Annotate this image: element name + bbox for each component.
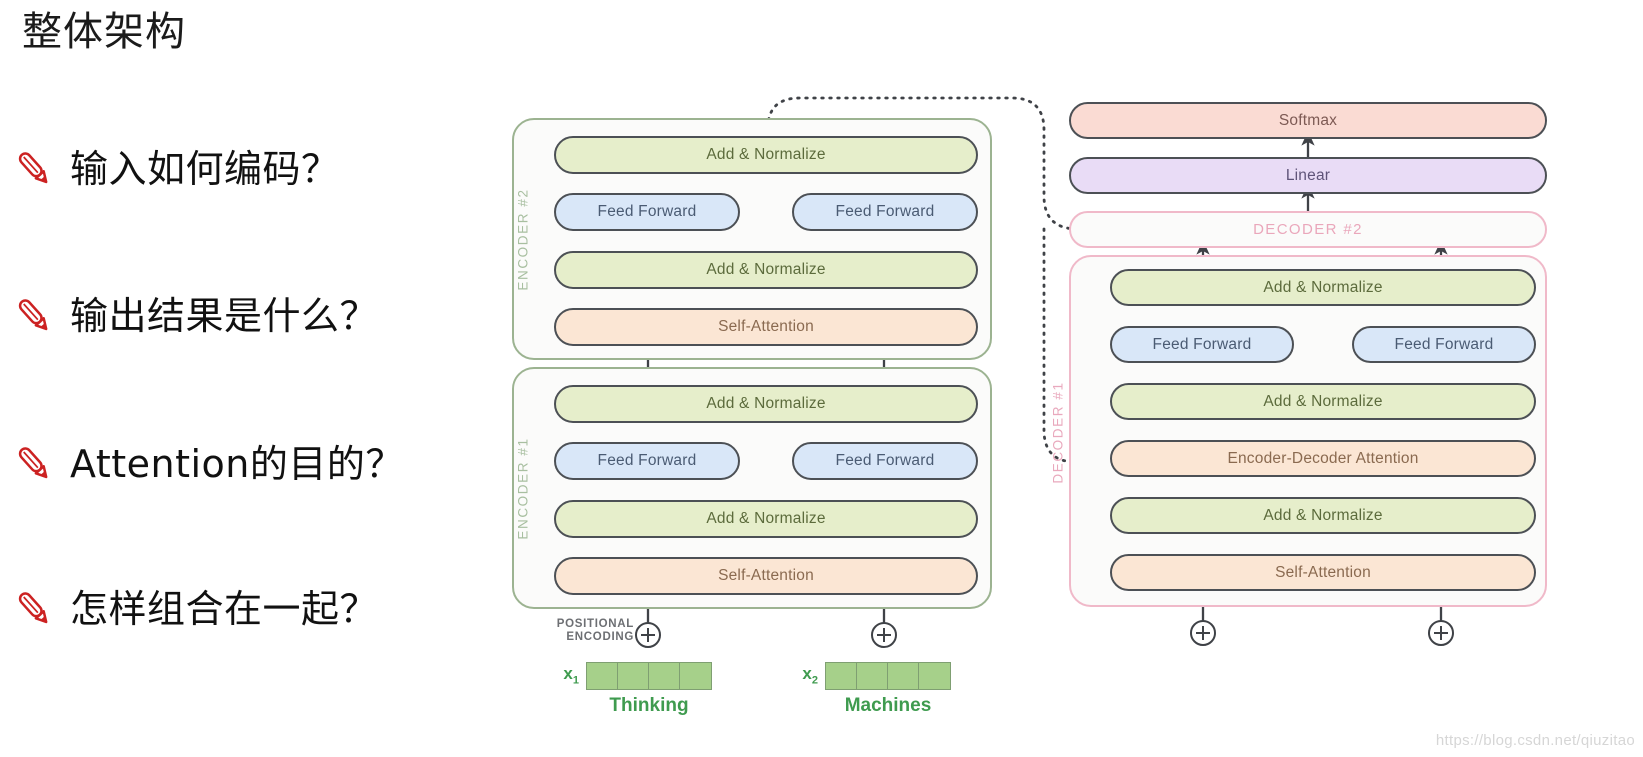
- positional-encoding-line2: ENCODING: [566, 631, 634, 644]
- encoder-1-add-normalize-bottom[interactable]: Add & Normalize: [554, 500, 978, 538]
- positional-encoding-label: POSITIONAL ENCODING: [548, 618, 634, 644]
- positional-encoding-line1: POSITIONAL: [556, 618, 634, 630]
- plus-circle-icon: [635, 622, 661, 648]
- decoder-1-add-normalize-bottom[interactable]: Add & Normalize: [1110, 497, 1536, 534]
- decoder-1-feed-forward-right[interactable]: Feed Forward: [1352, 326, 1536, 363]
- decoder-1-encoder-decoder-attention[interactable]: Encoder-Decoder Attention: [1110, 440, 1536, 477]
- decoder-1-self-attention[interactable]: Self-Attention: [1110, 554, 1536, 591]
- encoder-1-add-normalize-top[interactable]: Add & Normalize: [554, 385, 978, 423]
- embedding-cell: [587, 663, 618, 689]
- embedding-cell: [649, 663, 680, 689]
- decoder-1-add-normalize-middle[interactable]: Add & Normalize: [1110, 383, 1536, 420]
- softmax-layer[interactable]: Softmax: [1069, 102, 1547, 139]
- encoder-2-self-attention[interactable]: Self-Attention: [554, 308, 978, 346]
- embedding-cell: [826, 663, 857, 689]
- embedding-cell: [919, 663, 950, 689]
- embedding-x-label: x1: [563, 664, 579, 687]
- plus-circle-icon: [871, 622, 897, 648]
- encoder-2-feed-forward-left[interactable]: Feed Forward: [554, 193, 740, 231]
- decoder-1-feed-forward-left[interactable]: Feed Forward: [1110, 326, 1294, 363]
- embedding-cell: [680, 663, 711, 689]
- encoder-2-feed-forward-right[interactable]: Feed Forward: [792, 193, 978, 231]
- embedding-cell: [618, 663, 649, 689]
- embedding-cells: [825, 662, 951, 690]
- embedding-x-subscript: 2: [811, 674, 818, 687]
- embedding-word: Machines: [844, 695, 932, 716]
- decoder-1-add-normalize-top[interactable]: Add & Normalize: [1110, 269, 1536, 306]
- plus-circle-icon: [1190, 620, 1216, 646]
- encoder-1-label: ENCODER #1: [515, 437, 531, 540]
- linear-layer[interactable]: Linear: [1069, 157, 1547, 194]
- embedding-x-label: x2: [802, 664, 818, 687]
- encoder-1-self-attention[interactable]: Self-Attention: [554, 557, 978, 595]
- encoder-1-feed-forward-right[interactable]: Feed Forward: [792, 442, 978, 480]
- encoder-2-add-normalize-bottom[interactable]: Add & Normalize: [554, 251, 978, 289]
- encoder-2-add-normalize-top[interactable]: Add & Normalize: [554, 136, 978, 174]
- decoder-2-label: DECODER #2: [1253, 221, 1363, 238]
- encoder-1-feed-forward-left[interactable]: Feed Forward: [554, 442, 740, 480]
- transformer-architecture-diagram: ENCODER #2 Add & Normalize Feed Forward …: [0, 0, 1643, 757]
- embedding-word: Thinking: [609, 695, 689, 716]
- embedding-x-subscript: 1: [572, 674, 579, 687]
- embedding-machines: x2 Machines: [802, 662, 951, 716]
- embedding-cell: [857, 663, 888, 689]
- watermark: https://blog.csdn.net/qiuzitao: [1435, 732, 1635, 749]
- embedding-cells: [586, 662, 712, 690]
- encoder-2-label: ENCODER #2: [515, 188, 531, 291]
- decoder-1-label: DECODER #1: [1050, 381, 1066, 484]
- embedding-cell: [888, 663, 919, 689]
- plus-circle-icon: [1428, 620, 1454, 646]
- embedding-thinking: x1 Thinking: [563, 662, 712, 716]
